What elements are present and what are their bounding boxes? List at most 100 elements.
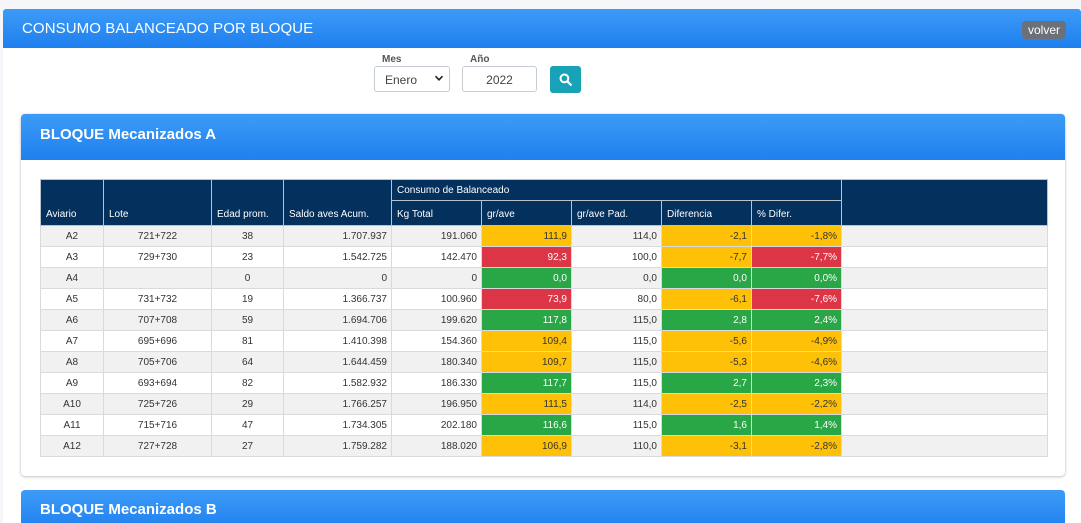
cell-pct-difer: 1,4% <box>750 414 843 436</box>
cell-pct-difer: -2,8% <box>750 435 843 457</box>
cell-saldo: 1.410.398 <box>283 330 392 352</box>
cell-gr-ave-pad: 0,0 <box>571 267 662 289</box>
month-select-value: Enero <box>385 73 418 87</box>
col-spacer <box>841 179 1049 226</box>
cell-aviario: A3 <box>40 246 104 268</box>
cell-gr-ave-pad: 100,0 <box>571 246 662 268</box>
table-row: A12 727+728 27 1.759.282 188.020 106,9 110,0 -3… <box>40 435 1049 457</box>
col-diferencia: Diferencia <box>661 200 752 226</box>
cell-gr-ave: 116,6 <box>481 414 572 436</box>
table-body: A2 721+722 38 1.707.937 191.060 111,9 114,0 -2,… <box>40 225 1049 457</box>
cell-lote: 707+708 <box>103 309 212 331</box>
cell-gr-ave-pad: 115,0 <box>571 414 662 436</box>
cell-edad: 81 <box>211 330 284 352</box>
cell-lote: 731+732 <box>103 288 212 310</box>
cell-gr-ave-pad: 114,0 <box>571 225 662 247</box>
cell-spacer <box>841 246 1049 268</box>
cell-spacer <box>841 351 1049 373</box>
cell-edad: 38 <box>211 225 284 247</box>
cell-lote: 693+694 <box>103 372 212 394</box>
cell-gr-ave: 111,9 <box>481 225 572 247</box>
col-aviario: Aviario <box>40 179 104 226</box>
cell-kg-total: 142.470 <box>391 246 482 268</box>
cell-edad: 59 <box>211 309 284 331</box>
cell-spacer <box>841 225 1049 247</box>
back-button[interactable]: volver <box>1021 21 1066 39</box>
search-icon <box>559 73 572 86</box>
cell-kg-total: 196.950 <box>391 393 482 415</box>
col-pct-difer: % Difer. <box>750 200 843 226</box>
cell-kg-total: 186.330 <box>391 372 482 394</box>
cell-gr-ave-pad: 115,0 <box>571 351 662 373</box>
cell-spacer <box>841 267 1049 289</box>
cell-edad: 64 <box>211 351 284 373</box>
cell-gr-ave: 117,7 <box>481 372 572 394</box>
cell-edad: 27 <box>211 435 284 457</box>
cell-lote: 695+696 <box>103 330 212 352</box>
cell-diferencia: -2,5 <box>661 393 752 415</box>
cell-lote: 727+728 <box>103 435 212 457</box>
cell-gr-ave: 117,8 <box>481 309 572 331</box>
cell-saldo: 1.366.737 <box>283 288 392 310</box>
cell-lote <box>103 267 212 289</box>
cell-pct-difer: -7,6% <box>750 288 843 310</box>
cell-saldo: 1.707.937 <box>283 225 392 247</box>
page-header: CONSUMO BALANCEADO POR BLOQUE volver <box>3 9 1081 48</box>
cell-aviario: A11 <box>40 414 104 436</box>
cell-spacer <box>841 393 1049 415</box>
cell-diferencia: 2,7 <box>661 372 752 394</box>
cell-kg-total: 154.360 <box>391 330 482 352</box>
cell-gr-ave: 0,0 <box>481 267 572 289</box>
cell-pct-difer: 2,4% <box>750 309 843 331</box>
cell-diferencia: -7,7 <box>661 246 752 268</box>
cell-diferencia: -3,1 <box>661 435 752 457</box>
table-row: A2 721+722 38 1.707.937 191.060 111,9 114,0 -2,… <box>40 225 1049 247</box>
year-label: Año <box>470 54 490 65</box>
cell-gr-ave-pad: 114,0 <box>571 393 662 415</box>
cell-gr-ave: 106,9 <box>481 435 572 457</box>
cell-spacer <box>841 372 1049 394</box>
cell-aviario: A9 <box>40 372 104 394</box>
consumption-table: Aviario Lote Edad prom. Saldo aves Acum.… <box>40 179 1049 457</box>
cell-edad: 29 <box>211 393 284 415</box>
search-button[interactable] <box>550 66 581 93</box>
chevron-down-icon <box>434 75 444 81</box>
cell-pct-difer: 2,3% <box>750 372 843 394</box>
col-group-consumo: Consumo de Balanceado <box>390 179 843 201</box>
col-gr-ave-pad: gr/ave Pad. <box>571 200 662 226</box>
cell-edad: 47 <box>211 414 284 436</box>
cell-lote: 705+706 <box>103 351 212 373</box>
month-label: Mes <box>382 54 402 65</box>
cell-aviario: A5 <box>40 288 104 310</box>
cell-saldo: 1.766.257 <box>283 393 392 415</box>
cell-diferencia: -5,6 <box>661 330 752 352</box>
table-row: A10 725+726 29 1.766.257 196.950 111,5 114,0 -2… <box>40 393 1049 415</box>
cell-aviario: A4 <box>40 267 104 289</box>
table-row: A5 731+732 19 1.366.737 100.960 73,9 80,0 -6,1-… <box>40 288 1049 310</box>
month-select[interactable]: Enero <box>374 66 450 92</box>
cell-lote: 721+722 <box>103 225 212 247</box>
cell-saldo: 1.582.932 <box>283 372 392 394</box>
table-row: A6 707+708 59 1.694.706 199.620 117,8 115,0 2,8… <box>40 309 1049 331</box>
cell-gr-ave: 109,7 <box>481 351 572 373</box>
table-row: A4 0 0 0 0,0 0,0 0,0 0,0% <box>40 267 1049 289</box>
cell-lote: 725+726 <box>103 393 212 415</box>
year-input[interactable]: 2022 <box>462 66 537 92</box>
cell-aviario: A8 <box>40 351 104 373</box>
cell-spacer <box>841 288 1049 310</box>
cell-lote: 729+730 <box>103 246 212 268</box>
cell-kg-total: 100.960 <box>391 288 482 310</box>
cell-kg-total: 0 <box>391 267 482 289</box>
cell-pct-difer: -1,8% <box>750 225 843 247</box>
cell-gr-ave: 92,3 <box>481 246 572 268</box>
cell-diferencia: 0,0 <box>661 267 752 289</box>
cell-spacer <box>841 414 1049 436</box>
cell-gr-ave: 109,4 <box>481 330 572 352</box>
cell-gr-ave-pad: 115,0 <box>571 372 662 394</box>
cell-edad: 19 <box>211 288 284 310</box>
cell-spacer <box>841 330 1049 352</box>
col-kg-total: Kg Total <box>391 200 482 226</box>
cell-gr-ave-pad: 80,0 <box>571 288 662 310</box>
table-row: A8 705+706 64 1.644.459 180.340 109,7 115,0 -5,… <box>40 351 1049 373</box>
cell-edad: 0 <box>211 267 284 289</box>
